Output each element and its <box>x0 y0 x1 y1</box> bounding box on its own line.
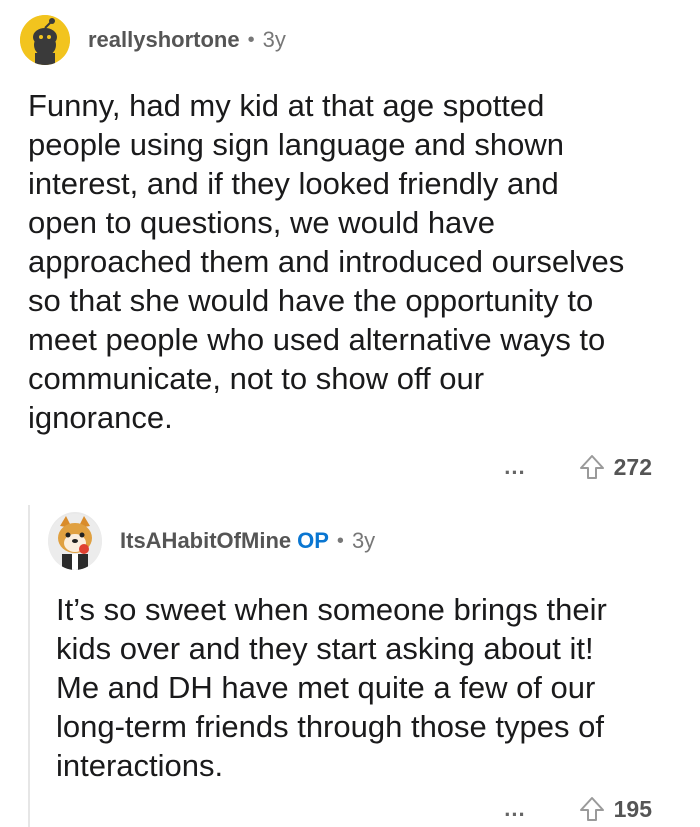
comment-author[interactable]: ItsAHabitOfMine <box>120 528 291 554</box>
comment-age: 3y <box>351 528 376 553</box>
more-options-icon[interactable]: ... <box>504 454 525 480</box>
vote-score: 272 <box>613 453 652 480</box>
upvote-arrow-icon <box>579 797 604 821</box>
comment-actions: ... 272 <box>504 450 652 484</box>
comment-body: Funny, had my kid at that age spotted pe… <box>28 88 625 435</box>
comment-header: reallyshortone • 3y <box>20 14 286 66</box>
comment-body: It’s so sweet when someone brings their … <box>56 592 607 783</box>
comment-actions: ... 195 <box>504 792 652 826</box>
comment-header: ItsAHabitOfMine OP • 3y <box>48 510 375 572</box>
more-options-icon[interactable]: ... <box>504 796 525 822</box>
comment-author[interactable]: reallyshortone <box>88 27 240 53</box>
vote-score: 195 <box>613 795 652 822</box>
snoo-avatar-icon[interactable] <box>20 15 70 65</box>
thread-line[interactable] <box>28 505 30 827</box>
upvote-button[interactable]: 195 <box>578 795 652 823</box>
upvote-button[interactable]: 272 <box>578 453 652 481</box>
upvote-arrow-icon <box>579 455 604 479</box>
comment-age: 3y <box>262 27 286 52</box>
shiba-avatar-icon[interactable] <box>48 512 102 570</box>
op-badge: OP <box>297 528 329 553</box>
meta-separator: • <box>336 529 344 552</box>
meta-separator: • <box>247 28 255 51</box>
